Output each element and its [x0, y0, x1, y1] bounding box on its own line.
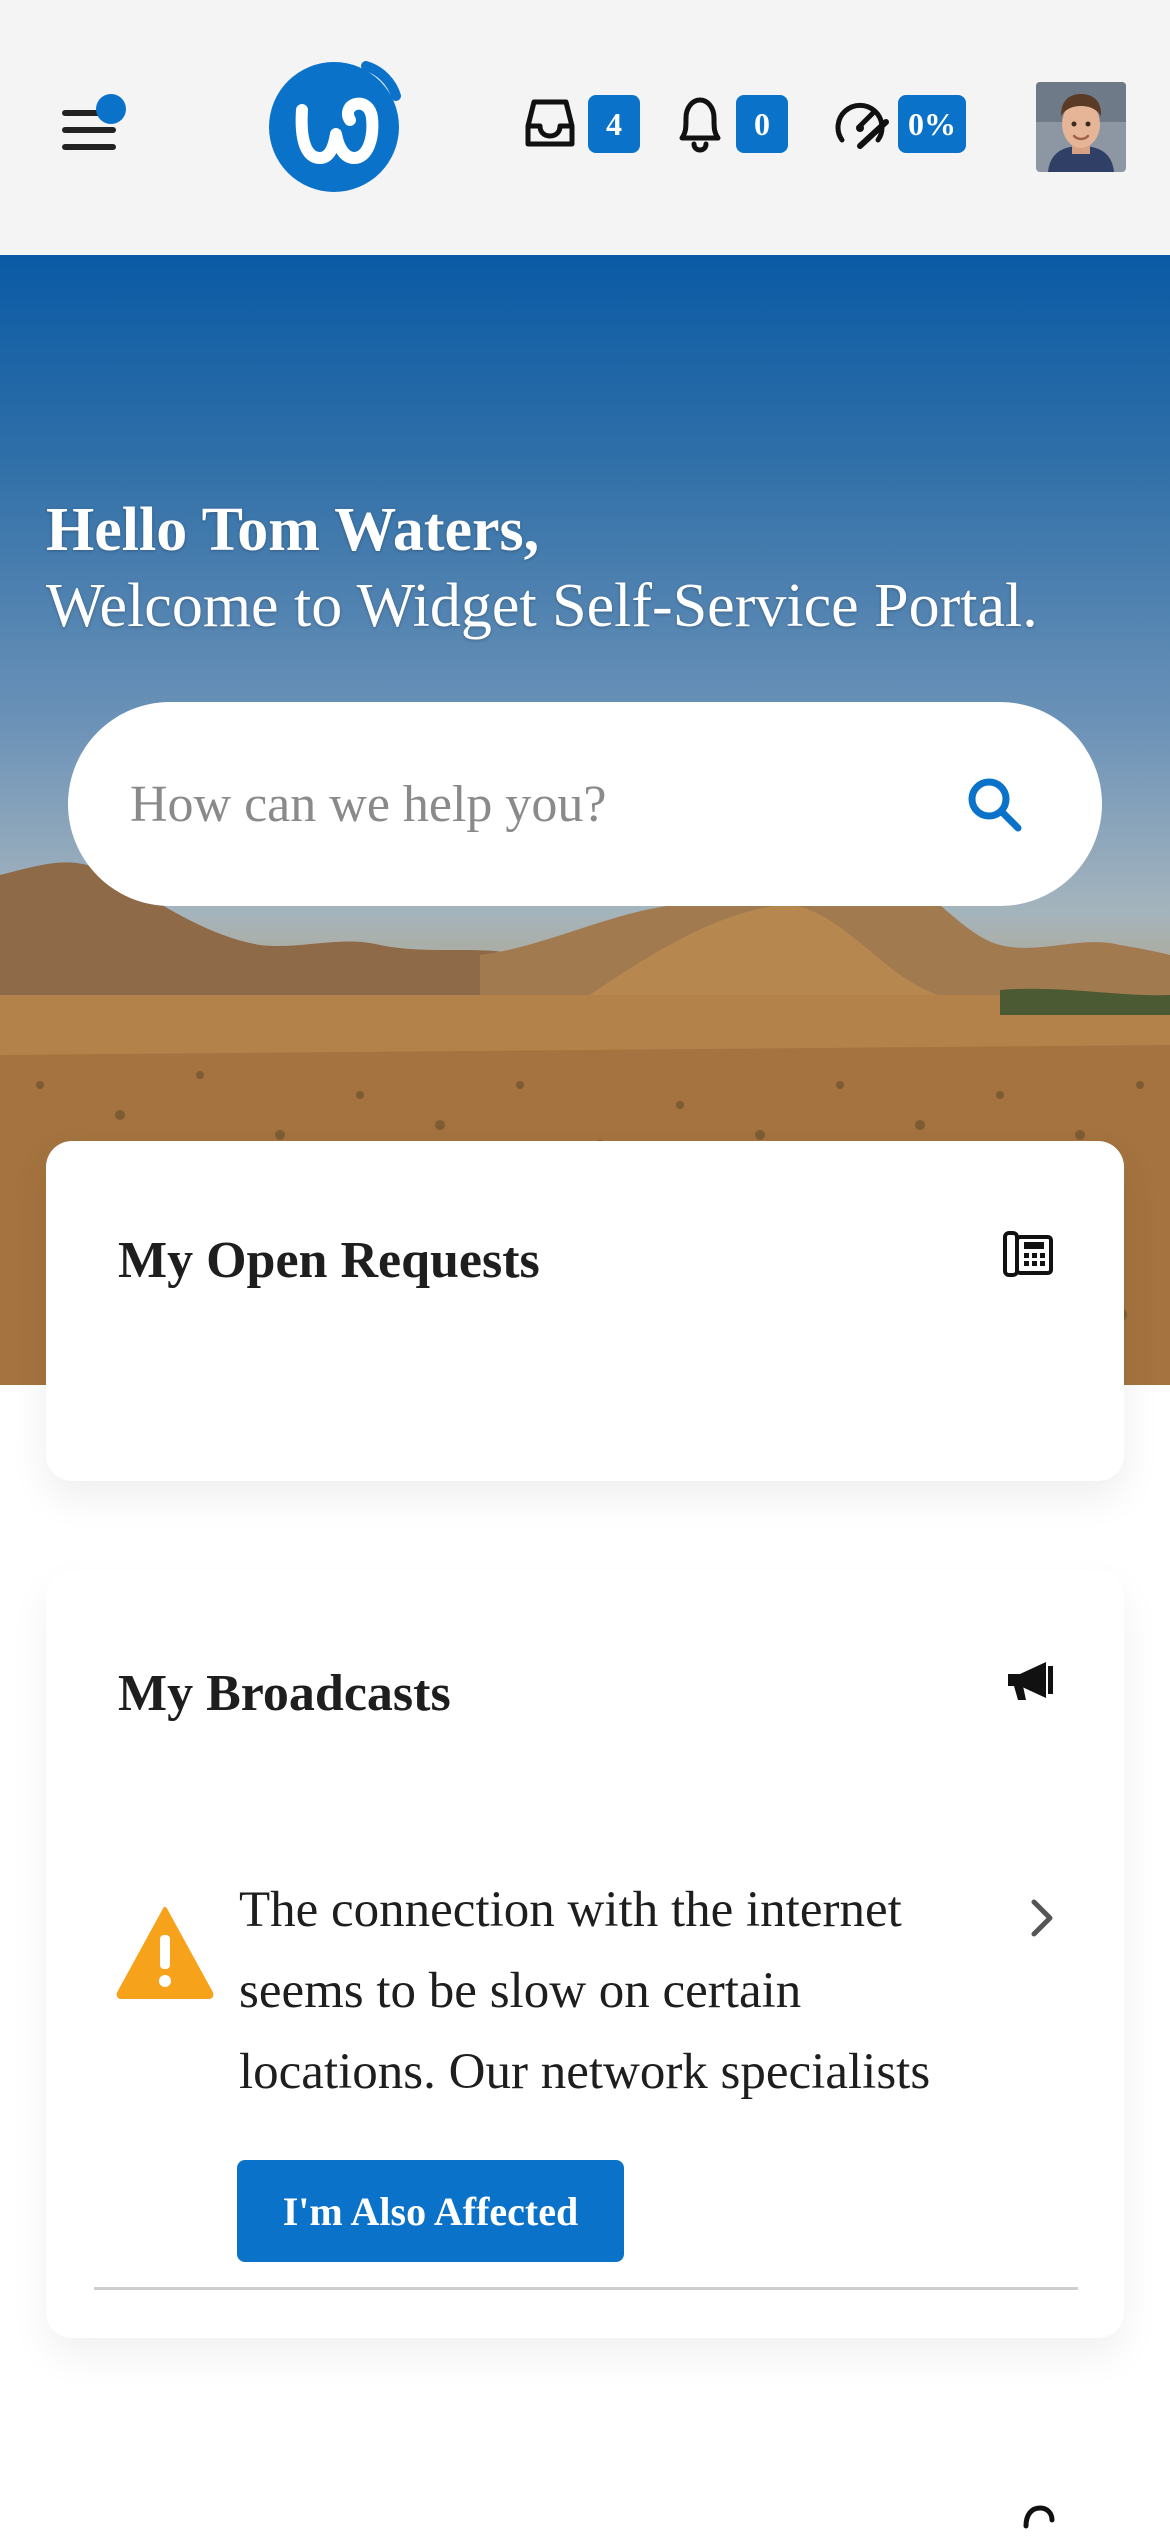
open-requests-card[interactable]: My Open Requests — [46, 1141, 1124, 1481]
hamburger-menu-icon-line — [62, 127, 116, 133]
search-input[interactable] — [130, 774, 930, 834]
broadcasts-title: My Broadcasts — [118, 1665, 451, 1722]
megaphone-icon — [1004, 1658, 1056, 1711]
welcome-text: Welcome to Widget Self-Service Portal. — [46, 572, 1038, 640]
notifications-button[interactable]: 0 — [672, 88, 788, 160]
divider — [94, 2287, 1078, 2290]
widget-logo-icon[interactable] — [268, 60, 404, 192]
search-icon[interactable] — [964, 774, 1024, 839]
broadcast-message: The connection with the internet seems t… — [239, 1882, 931, 2100]
user-avatar[interactable] — [1036, 82, 1126, 172]
menu-button[interactable] — [56, 94, 126, 160]
top-bar: 4 0 0% — [0, 0, 1170, 255]
bell-icon — [672, 94, 728, 154]
greeting-text: Hello Tom Waters, — [46, 496, 540, 564]
inbox-icon — [520, 94, 580, 154]
inbox-button[interactable]: 4 — [520, 88, 640, 160]
open-requests-title: My Open Requests — [118, 1232, 540, 1289]
search-bar[interactable] — [68, 702, 1102, 906]
chevron-right-icon[interactable] — [1020, 1896, 1064, 1945]
phone-fax-icon — [1002, 1227, 1054, 1284]
im-also-affected-button[interactable]: I'm Also Affected — [237, 2160, 624, 2262]
inbox-count-badge: 4 — [588, 95, 640, 153]
hamburger-menu-icon-line — [62, 144, 116, 150]
speedometer-icon — [830, 94, 890, 154]
progress-badge: 0% — [898, 95, 966, 153]
warning-icon — [116, 1905, 214, 2004]
notification-dot — [96, 94, 126, 124]
notifications-count-badge: 0 — [736, 95, 788, 153]
progress-button[interactable]: 0% — [830, 88, 966, 160]
